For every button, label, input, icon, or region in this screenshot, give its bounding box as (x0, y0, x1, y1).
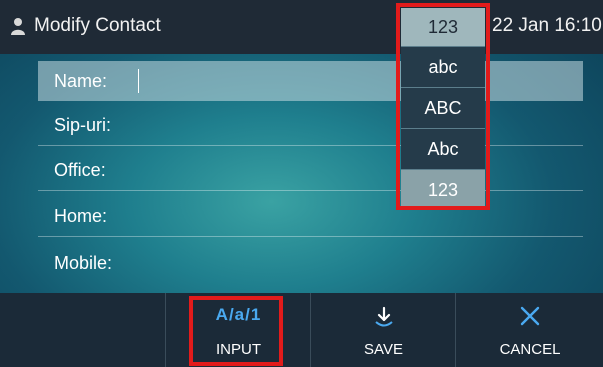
name-label: Name: (54, 71, 108, 91)
phone-screen: Modify Contact 22 Jan 16:10 Name: Sip-ur… (0, 0, 603, 367)
person-icon (11, 18, 25, 35)
cancel-softkey[interactable]: CANCEL (455, 293, 603, 367)
title-group: Modify Contact (10, 15, 161, 37)
input-highlight-box (189, 296, 283, 366)
office-label: Office: (54, 160, 106, 180)
save-arrow-icon (311, 305, 456, 329)
office-field[interactable]: Office: (38, 150, 583, 191)
mobile-field[interactable]: Mobile: (38, 243, 583, 283)
mobile-label: Mobile: (54, 253, 113, 273)
name-field[interactable]: Name: (38, 61, 583, 101)
date-time: 22 Jan 16:10 (492, 15, 602, 36)
page-title: Modify Contact (34, 15, 161, 36)
title-bar: Modify Contact 22 Jan 16:10 (0, 0, 603, 54)
sip-uri-label: Sip-uri: (54, 115, 112, 135)
close-icon (456, 305, 603, 329)
dropdown-highlight-box (396, 3, 490, 210)
save-softkey[interactable]: SAVE (310, 293, 456, 367)
cancel-label: CANCEL (499, 341, 561, 358)
sip-uri-field[interactable]: Sip-uri: (38, 105, 583, 146)
save-label: SAVE (364, 341, 403, 358)
home-field[interactable]: Home: (38, 196, 583, 237)
text-cursor (138, 69, 139, 93)
softkey-bar: A/a/1 INPUT SAVE CANCEL (0, 293, 603, 367)
home-label: Home: (54, 206, 108, 226)
